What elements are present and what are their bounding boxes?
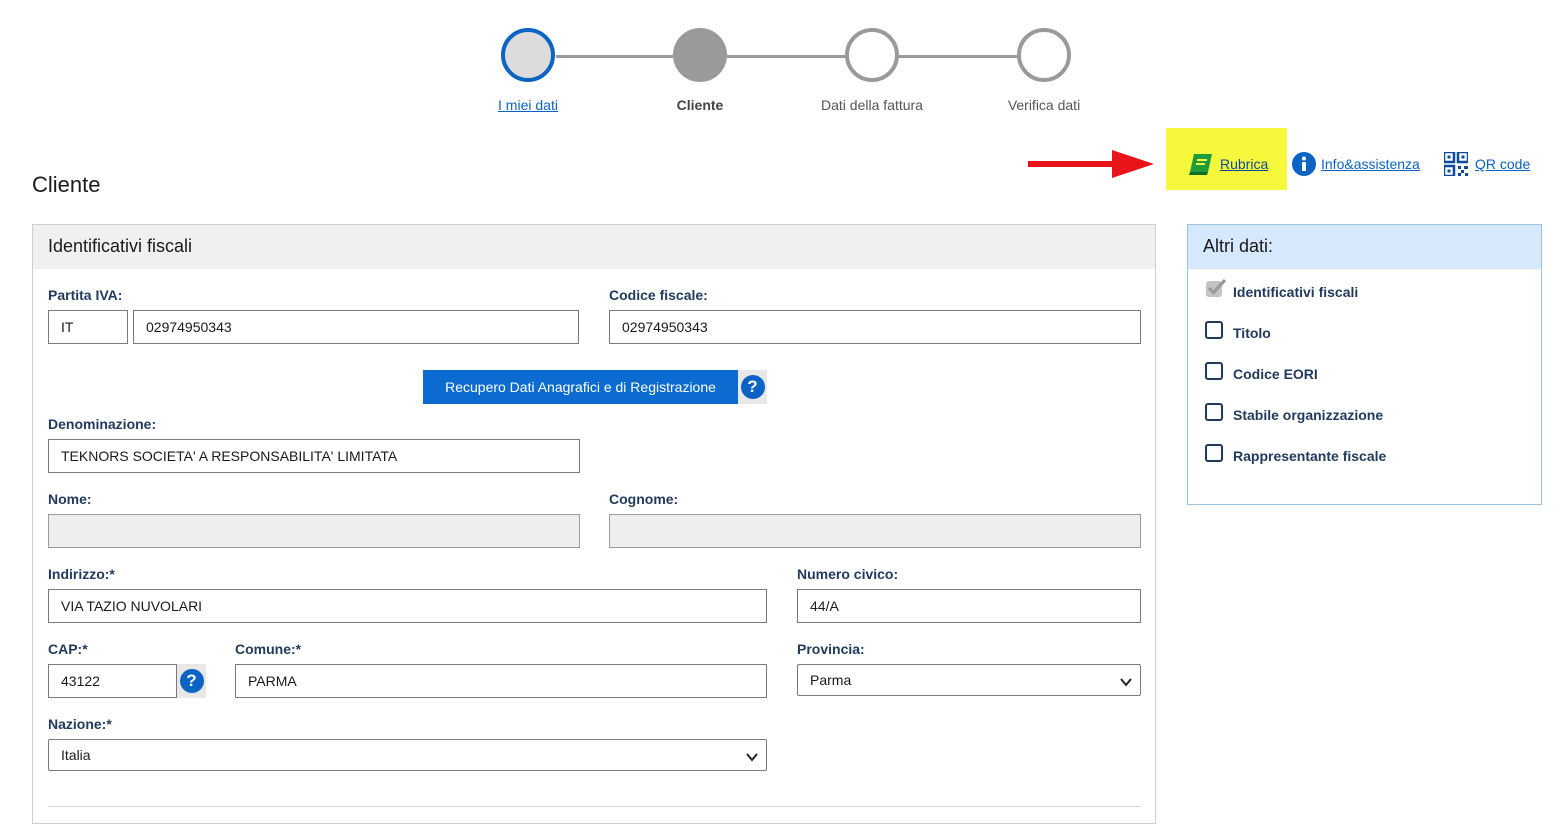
step-circle-todo <box>845 28 899 82</box>
cap-label: CAP:* <box>48 641 88 657</box>
checkbox-label: Rappresentante fiscale <box>1233 448 1387 464</box>
checkbox-icon <box>1205 444 1223 462</box>
page-title: Cliente <box>32 172 101 197</box>
panel-header: Identificativi fiscali <box>33 225 1155 269</box>
comune-input[interactable]: PARMA <box>235 664 767 698</box>
codice-fiscale-label: Codice fiscale: <box>609 287 708 303</box>
partita-iva-country-input[interactable]: IT <box>48 310 128 344</box>
provincia-value: Parma <box>810 672 852 688</box>
indirizzo-label: Indirizzo:* <box>48 566 115 582</box>
nazione-value: Italia <box>61 747 91 763</box>
denominazione-input[interactable]: TEKNORS SOCIETA' A RESPONSABILITA' LIMIT… <box>48 439 580 473</box>
indirizzo-input[interactable]: VIA TAZIO NUVOLARI <box>48 589 767 623</box>
step-circle-visited[interactable] <box>501 28 555 82</box>
chevron-down-icon <box>1120 678 1132 687</box>
help-icon: ? <box>179 669 204 693</box>
side-panel-title: Altri dati: <box>1203 236 1274 256</box>
provincia-label: Provincia: <box>797 641 865 657</box>
red-arrow-icon <box>1028 150 1154 178</box>
altri-dati-panel: Altri dati: Identificativi fiscali Titol… <box>1187 224 1542 505</box>
checkbox-label: Codice EORI <box>1233 366 1318 382</box>
book-icon[interactable] <box>1188 152 1214 176</box>
denominazione-label: Denominazione: <box>48 416 157 432</box>
panel-title: Identificativi fiscali <box>48 236 193 256</box>
codice-fiscale-input[interactable]: 02974950343 <box>609 310 1141 344</box>
qr-code-link[interactable]: QR code <box>1475 156 1530 172</box>
numero-civico-label: Numero civico: <box>797 566 899 582</box>
step-circle-todo <box>1017 28 1071 82</box>
numero-civico-input[interactable]: 44/A <box>797 589 1141 623</box>
recupero-help-button[interactable]: ? <box>738 370 767 404</box>
divider <box>48 806 1141 807</box>
step-label-cliente: Cliente <box>676 97 724 113</box>
help-icon: ? <box>740 375 765 399</box>
checkbox-icon <box>1205 362 1223 380</box>
partita-iva-label: Partita IVA: <box>48 287 123 303</box>
checkbox-label: Titolo <box>1233 325 1271 341</box>
step-circle-current <box>673 28 727 82</box>
nazione-select[interactable]: Italia <box>48 739 767 771</box>
info-assistenza-link[interactable]: Info&assistenza <box>1321 156 1420 172</box>
comune-label: Comune:* <box>235 641 302 657</box>
step-link-i-miei-dati[interactable]: I miei dati <box>448 97 608 113</box>
nazione-label: Nazione:* <box>48 716 112 732</box>
side-panel-header: Altri dati: <box>1188 225 1541 269</box>
recupero-dati-button[interactable]: Recupero Dati Anagrafici e di Registrazi… <box>423 370 738 404</box>
rubrica-link[interactable]: Rubrica <box>1220 156 1268 172</box>
step-label-dati-fattura: Dati della fattura <box>821 97 923 113</box>
step-label-verifica-dati: Verifica dati <box>1007 97 1081 113</box>
checkbox-label: Identificativi fiscali <box>1233 284 1359 300</box>
stepper-line <box>556 55 1044 58</box>
checkbox-icon <box>1205 321 1223 339</box>
checkbox-icon <box>1205 403 1223 421</box>
cap-input[interactable]: 43122 <box>48 664 177 698</box>
provincia-select[interactable]: Parma <box>797 664 1141 696</box>
info-icon[interactable] <box>1292 152 1316 176</box>
checked-checkbox-icon <box>1206 278 1227 297</box>
cognome-input <box>609 514 1141 548</box>
checkbox-label: Stabile organizzazione <box>1233 407 1384 423</box>
partita-iva-input[interactable]: 02974950343 <box>133 310 579 344</box>
cap-help-button[interactable]: ? <box>177 664 206 698</box>
nome-input <box>48 514 580 548</box>
nome-label: Nome: <box>48 491 92 507</box>
cognome-label: Cognome: <box>609 491 679 507</box>
identificativi-panel: Identificativi fiscali Partita IVA: IT 0… <box>32 224 1156 824</box>
qr-code-icon[interactable] <box>1444 152 1468 176</box>
chevron-down-icon <box>746 753 758 762</box>
